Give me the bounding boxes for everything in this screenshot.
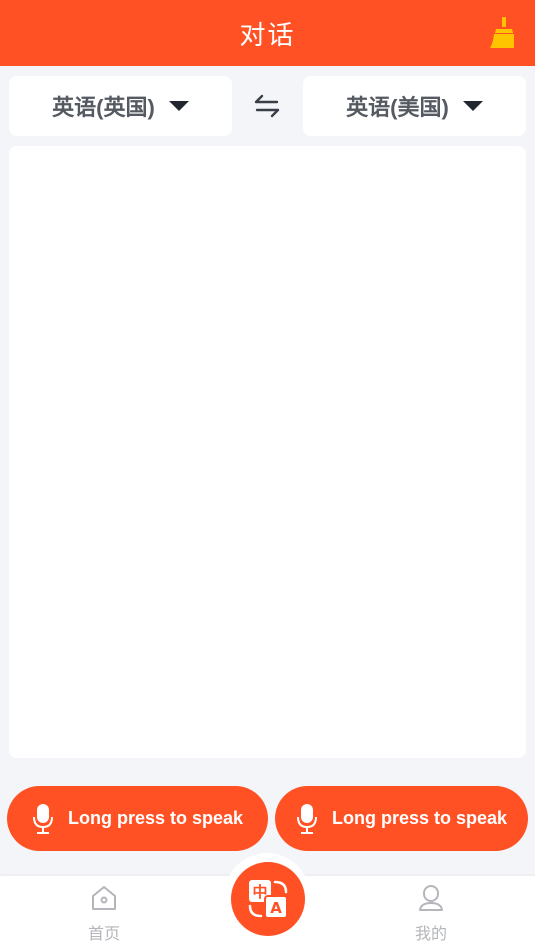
swap-arrows-icon[interactable]	[253, 92, 281, 120]
speak-button-source[interactable]: Long press to speak	[7, 786, 268, 851]
target-language-selector[interactable]: 英语(美国)	[303, 76, 526, 136]
microphone-icon	[32, 803, 53, 834]
speak-button-target[interactable]: Long press to speak	[275, 786, 528, 851]
tab-mine-label: 我的	[414, 926, 447, 943]
home-icon	[92, 886, 116, 910]
target-language-label: 英语(美国)	[346, 95, 449, 120]
microphone-icon	[296, 803, 317, 834]
conversation-area[interactable]	[9, 146, 526, 758]
app-header: 对话	[0, 0, 535, 66]
svg-text:A: A	[270, 899, 282, 917]
source-language-label: 英语(英国)	[52, 95, 155, 120]
source-language-selector[interactable]: 英语(英国)	[9, 76, 232, 136]
speak-button-label: Long press to speak	[67, 808, 244, 828]
tab-home-label: 首页	[87, 926, 120, 943]
chevron-down-icon	[168, 101, 189, 111]
translate-icon: 中 A	[248, 880, 288, 919]
page-title: 对话	[239, 19, 296, 50]
center-translate-button[interactable]: 中 A	[231, 862, 305, 936]
tab-home[interactable]: 首页	[54, 876, 154, 951]
chevron-down-icon	[462, 101, 483, 111]
tab-mine[interactable]: 我的	[381, 876, 481, 951]
speak-button-label: Long press to speak	[331, 808, 508, 828]
broom-icon[interactable]	[489, 17, 515, 49]
user-icon	[419, 885, 443, 911]
